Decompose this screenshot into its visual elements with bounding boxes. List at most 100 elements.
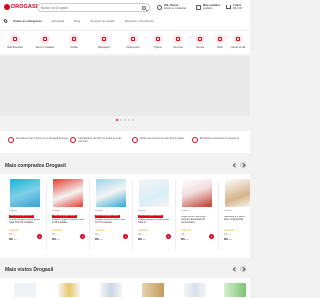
- nav-item[interactable]: Blog: [74, 19, 80, 23]
- category-item[interactable]: Bebê: [210, 34, 230, 49]
- drogasil-logo[interactable]: DROGASIL: [4, 4, 41, 10]
- product-card[interactable]: Compra Leve mais pague menos Fralda Pamp…: [90, 176, 132, 254]
- pagination-dot[interactable]: [128, 119, 130, 121]
- promo-tag: Leve mais pague menos: [52, 215, 77, 218]
- product-badge: Compra: [95, 210, 103, 212]
- category-item[interactable]: Vacinas: [190, 34, 210, 49]
- banner-pagination: [0, 119, 250, 121]
- add-to-cart-button[interactable]: +: [209, 234, 214, 239]
- old-price: R$ ---: [181, 233, 188, 236]
- store-pickup-icon: [132, 137, 138, 143]
- section-title: Mais comprados Drogasil: [5, 163, 66, 169]
- old-price: R$ ---: [138, 233, 145, 236]
- product-card[interactable]: Compra Sabonete em Barra Dove Original 9…: [219, 176, 250, 254]
- product-image[interactable]: [10, 179, 40, 207]
- promo-tag: Leve mais pague menos: [95, 215, 120, 218]
- orders-button[interactable]: Meus pedidos pedidos: [196, 4, 220, 10]
- old-price: R$ ---: [9, 233, 16, 236]
- user-icon: [157, 4, 162, 10]
- search-icon[interactable]: [142, 5, 146, 10]
- account-button[interactable]: Olá, Cliente Entrar ou cadastrar: [157, 4, 186, 10]
- pagination-dot[interactable]: [124, 119, 126, 121]
- product-name[interactable]: Sabonete em Barra Dove Original 90g: [224, 216, 250, 222]
- product-name[interactable]: Suplemento Vitamínico Centrum Essentials…: [181, 216, 215, 225]
- category-item[interactable]: Higiene: [148, 34, 168, 49]
- category-shortcuts: Mais Buscados Dermo / Cuidados Fraldas M…: [0, 30, 250, 54]
- delivery-icon: [8, 137, 14, 143]
- location-pin-icon[interactable]: [3, 18, 8, 24]
- product-image[interactable]: [182, 179, 212, 207]
- product-badge: Compra: [181, 210, 189, 212]
- add-to-cart-button[interactable]: +: [80, 234, 85, 239]
- nav-all-categories[interactable]: Todas as categorias: [13, 19, 42, 23]
- product-image[interactable]: [225, 179, 250, 207]
- product-name[interactable]: Fralda Huggies Supreme Care G 88 unidade…: [52, 219, 86, 225]
- category-label: Dermo / Cuidados: [35, 47, 55, 49]
- product-image[interactable]: [184, 283, 206, 297]
- pagination-dot[interactable]: [132, 119, 134, 121]
- account-action: Entrar ou cadastrar: [164, 7, 187, 10]
- product-image[interactable]: [96, 179, 126, 207]
- product-card[interactable]: Compra Suplemento Vitamínico Centrum Ess…: [176, 176, 218, 254]
- carousel-prev-button[interactable]: [232, 162, 238, 168]
- search-input[interactable]: Busca na Drogasil: [37, 3, 150, 12]
- product-name[interactable]: Fralda Pampers Pants Ajuste Total XXG 66…: [9, 219, 43, 225]
- product-image[interactable]: [53, 179, 83, 207]
- top-nav: Todas as categorias Farmácia Blog Serviç…: [3, 18, 164, 24]
- cashback-icon: [70, 137, 76, 143]
- carousel-controls: [230, 162, 246, 168]
- add-to-cart-button[interactable]: +: [37, 234, 42, 239]
- carousel-next-button[interactable]: [240, 266, 246, 272]
- category-item[interactable]: Maquiagem: [94, 34, 114, 49]
- category-icon: [153, 34, 163, 44]
- benefit-item[interactable]: Cashback de até 5% em todas as suas comp…: [70, 137, 130, 143]
- product-price: R$ ---: [9, 237, 17, 241]
- category-item[interactable]: Ofertas do dia: [228, 34, 248, 49]
- rating-stars: ★★★★★: [95, 229, 105, 232]
- product-image[interactable]: [139, 179, 169, 207]
- product-price: R$ ---: [181, 237, 189, 241]
- product-card[interactable]: Compra Leve mais pague menos Fralda Pamp…: [4, 176, 46, 254]
- category-label: Higiene: [154, 47, 162, 49]
- category-label: Dia a Dia: [173, 47, 183, 49]
- category-label: Bebê: [217, 47, 223, 49]
- product-image[interactable]: [142, 283, 164, 297]
- rating-stars: ★★★★★: [52, 229, 62, 232]
- nav-item[interactable]: Serviços de saúde: [90, 19, 115, 23]
- benefit-item[interactable]: Receba em até 1 hora com o Drogasil Expr…: [8, 137, 68, 143]
- category-item[interactable]: Suplementos: [123, 34, 143, 49]
- nav-item[interactable]: Mercado e benefícios: [125, 19, 154, 23]
- pagination-dot[interactable]: [116, 119, 118, 121]
- product-card[interactable]: Compra Leve mais pague menos Fralda Hugg…: [47, 176, 89, 254]
- add-to-cart-button[interactable]: +: [166, 234, 171, 239]
- benefit-text: Receba em até 1 hora com o Drogasil Expr…: [16, 137, 68, 140]
- product-carousel: Compra Leve mais pague menos Fralda Pamp…: [0, 174, 250, 258]
- product-carousel: [0, 278, 250, 298]
- product-image[interactable]: [14, 283, 36, 297]
- product-badge: Compra: [224, 210, 232, 212]
- product-image[interactable]: [100, 283, 122, 297]
- cart-total: R$ 0,00: [233, 7, 243, 10]
- benefit-item[interactable]: Retire sua compra em até 30 min grátis: [132, 137, 192, 143]
- category-icon: [99, 34, 109, 44]
- product-image[interactable]: [224, 283, 246, 297]
- category-item[interactable]: Mais Buscados: [5, 34, 25, 49]
- product-name[interactable]: Fralda Pampers Confort Sec XG 76 unidade…: [95, 219, 129, 225]
- product-image[interactable]: [58, 283, 80, 297]
- category-icon: [215, 34, 225, 44]
- add-to-cart-button[interactable]: +: [123, 234, 128, 239]
- nav-item[interactable]: Farmácia: [52, 19, 65, 23]
- product-card[interactable]: Compra Leve mais pague menos Fralda Pamp…: [133, 176, 175, 254]
- hero-banner[interactable]: [0, 56, 250, 116]
- category-item[interactable]: Dermo / Cuidados: [35, 34, 55, 49]
- orders-subtitle: pedidos: [203, 7, 213, 10]
- category-item[interactable]: Dia a Dia: [168, 34, 188, 49]
- carousel-controls: [230, 266, 246, 272]
- pagination-dot[interactable]: [120, 119, 122, 121]
- product-name[interactable]: Fralda Pampers Pants Ajuste Total G: [138, 219, 172, 225]
- category-item[interactable]: Fraldas: [64, 34, 84, 49]
- carousel-prev-button[interactable]: [232, 266, 238, 272]
- cart-button[interactable]: 0 itens R$ 0,00: [226, 4, 242, 10]
- benefit-item[interactable]: Benefícios exclusivos do programa: [192, 137, 252, 143]
- carousel-next-button[interactable]: [240, 162, 246, 168]
